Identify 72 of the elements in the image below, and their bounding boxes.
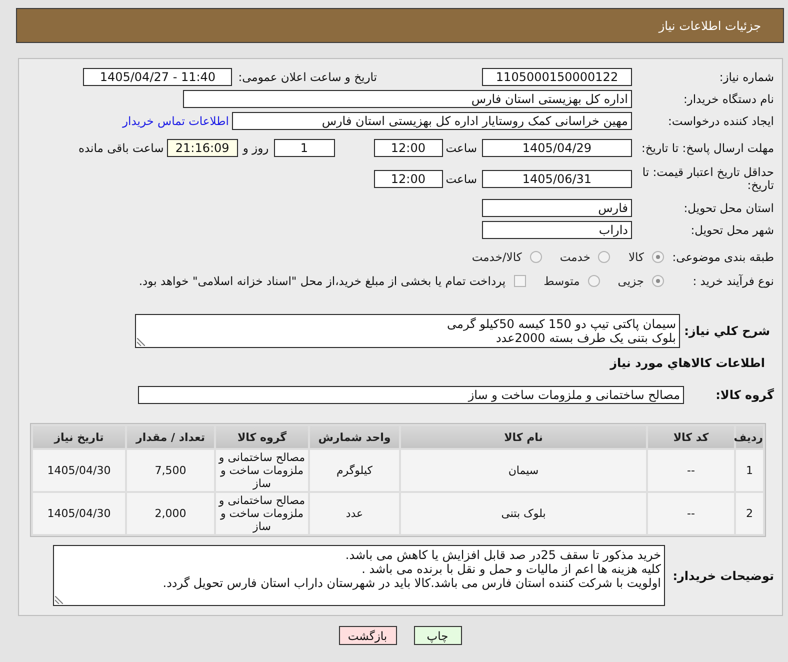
deadline-time-field[interactable]: 12:00 (374, 139, 443, 157)
table-cell: 2 (736, 493, 763, 534)
field-label: ساعت (446, 172, 477, 186)
checkbox-label[interactable]: پرداخت تمام یا بخشی از مبلغ خرید،از محل "اسناد خزانه اسلامی" خواهد بود. (138, 274, 506, 288)
table-cell: کیلوگرم (310, 450, 399, 491)
table-cell: سیمان (401, 450, 646, 491)
goods-group-field[interactable]: مصالح ساختمانی و ملزومات ساخت و ساز (138, 386, 684, 404)
buyer-notes-field[interactable]: خرید مذکور تا سقف 25در صد قابل افزایش یا کاهش می باشد. کلیه هزینه ها اعم از مالیات و حمل و نقل با برنده می باشد . اولویت با شرکت کننده استان فارس می باشد.کالا باید در شهرستان داراب استان فارس تحویل گردد. (53, 545, 665, 606)
field-label: ایجاد کننده درخواست: (667, 114, 774, 128)
radio-button[interactable] (652, 251, 664, 263)
announcement-date-field[interactable]: 1405/04/27 - 11:40 (83, 68, 232, 86)
column-header[interactable]: ردیف (736, 426, 763, 448)
column-header[interactable]: کد کالا (648, 426, 734, 448)
validity-date-field[interactable]: 1405/06/31 (482, 170, 632, 188)
time-left-field[interactable]: 21:16:09 (166, 139, 238, 157)
radio-label[interactable]: جزیی (618, 274, 644, 288)
field-label: توضیحات خریدار: (672, 568, 774, 582)
page-title: جزئیات اطلاعات نیاز (658, 18, 761, 32)
column-header[interactable]: تعداد / مقدار (127, 426, 214, 448)
field-label: نام دستگاه خریدار: (682, 92, 774, 106)
field-label: شهر محل تحویل: (690, 223, 774, 237)
contact-info-link[interactable]: اطلاعات تماس خریدار (122, 114, 229, 128)
table-cell: -- (648, 450, 734, 491)
field-label: شماره نیاز: (718, 70, 774, 84)
table-cell: -- (648, 493, 734, 534)
requester-field[interactable]: مهین خراسانی کمک روستایار اداره کل بهزیستی استان فارس (232, 112, 632, 130)
radio-button[interactable] (652, 275, 664, 287)
column-header[interactable]: واحد شمارش (310, 426, 399, 448)
table-cell: مصالح ساختمانی و ملزومات ساخت و ساز (216, 493, 308, 534)
description-field[interactable]: سیمان پاکتی تیپ دو 150 کیسه 50کیلو گرمی بلوک بتنی یک طرف بسته 2000عدد (135, 314, 680, 348)
radio-label[interactable]: خدمت (560, 250, 590, 264)
table-cell: 1 (736, 450, 763, 491)
table-cell: بلوک بتنی (401, 493, 646, 534)
field-label: حداقل تاریخ اعتبار قیمت: تا تاریخ: (641, 166, 774, 192)
field-label: نوع فرآیند خرید : (692, 274, 774, 288)
radio-button[interactable] (530, 251, 542, 263)
field-label: طبقه بندی موضوعی: (671, 250, 774, 264)
radio-label[interactable]: کالا/خدمت (472, 250, 522, 264)
print-button[interactable]: چاپ (414, 626, 462, 645)
table-cell: 1405/04/30 (33, 493, 125, 534)
delivery-city-field[interactable]: داراب (482, 221, 632, 239)
column-header[interactable]: نام کالا (401, 426, 646, 448)
column-header[interactable]: تاریخ نیاز (33, 426, 125, 448)
column-header[interactable]: گروه کالا (216, 426, 308, 448)
table-cell: 2,000 (127, 493, 214, 534)
field-label: ساعت (446, 141, 477, 155)
radio-label[interactable]: متوسط (544, 274, 580, 288)
resize-grip-icon[interactable] (137, 338, 145, 346)
table-cell: مصالح ساختمانی و ملزومات ساخت و ساز (216, 450, 308, 491)
need-number-field[interactable]: 1105000150000122 (482, 68, 632, 86)
resize-grip-icon[interactable] (55, 596, 63, 604)
field-label: گروه کالا: (714, 388, 774, 402)
field-label: ساعت باقی مانده (78, 141, 164, 155)
table-cell: 1405/04/30 (33, 450, 125, 491)
section-heading: اطلاعات كالاهاي مورد نياز (610, 356, 766, 370)
days-left-field[interactable]: 1 (274, 139, 335, 157)
table-cell: 7,500 (127, 450, 214, 491)
checkbox[interactable] (514, 275, 526, 287)
field-label: روز و (242, 141, 269, 155)
field-label: تاریخ و ساعت اعلان عمومی: (238, 70, 377, 84)
field-label: استان محل تحویل: (682, 201, 774, 215)
back-button[interactable]: بازگشت (338, 626, 396, 645)
buyer-organization-field[interactable]: اداره کل بهزیستی استان فارس (183, 90, 632, 108)
field-label: شرح کلي نياز: (685, 324, 771, 338)
delivery-province-field[interactable]: فارس (482, 199, 632, 217)
field-label: مهلت ارسال پاسخ: تا تاریخ: (640, 142, 774, 154)
validity-time-field[interactable]: 12:00 (374, 170, 443, 188)
radio-button[interactable] (588, 275, 600, 287)
radio-button[interactable] (598, 251, 610, 263)
radio-label[interactable]: کالا (628, 250, 644, 264)
deadline-date-field[interactable]: 1405/04/29 (482, 139, 632, 157)
table-cell: عدد (310, 493, 399, 534)
